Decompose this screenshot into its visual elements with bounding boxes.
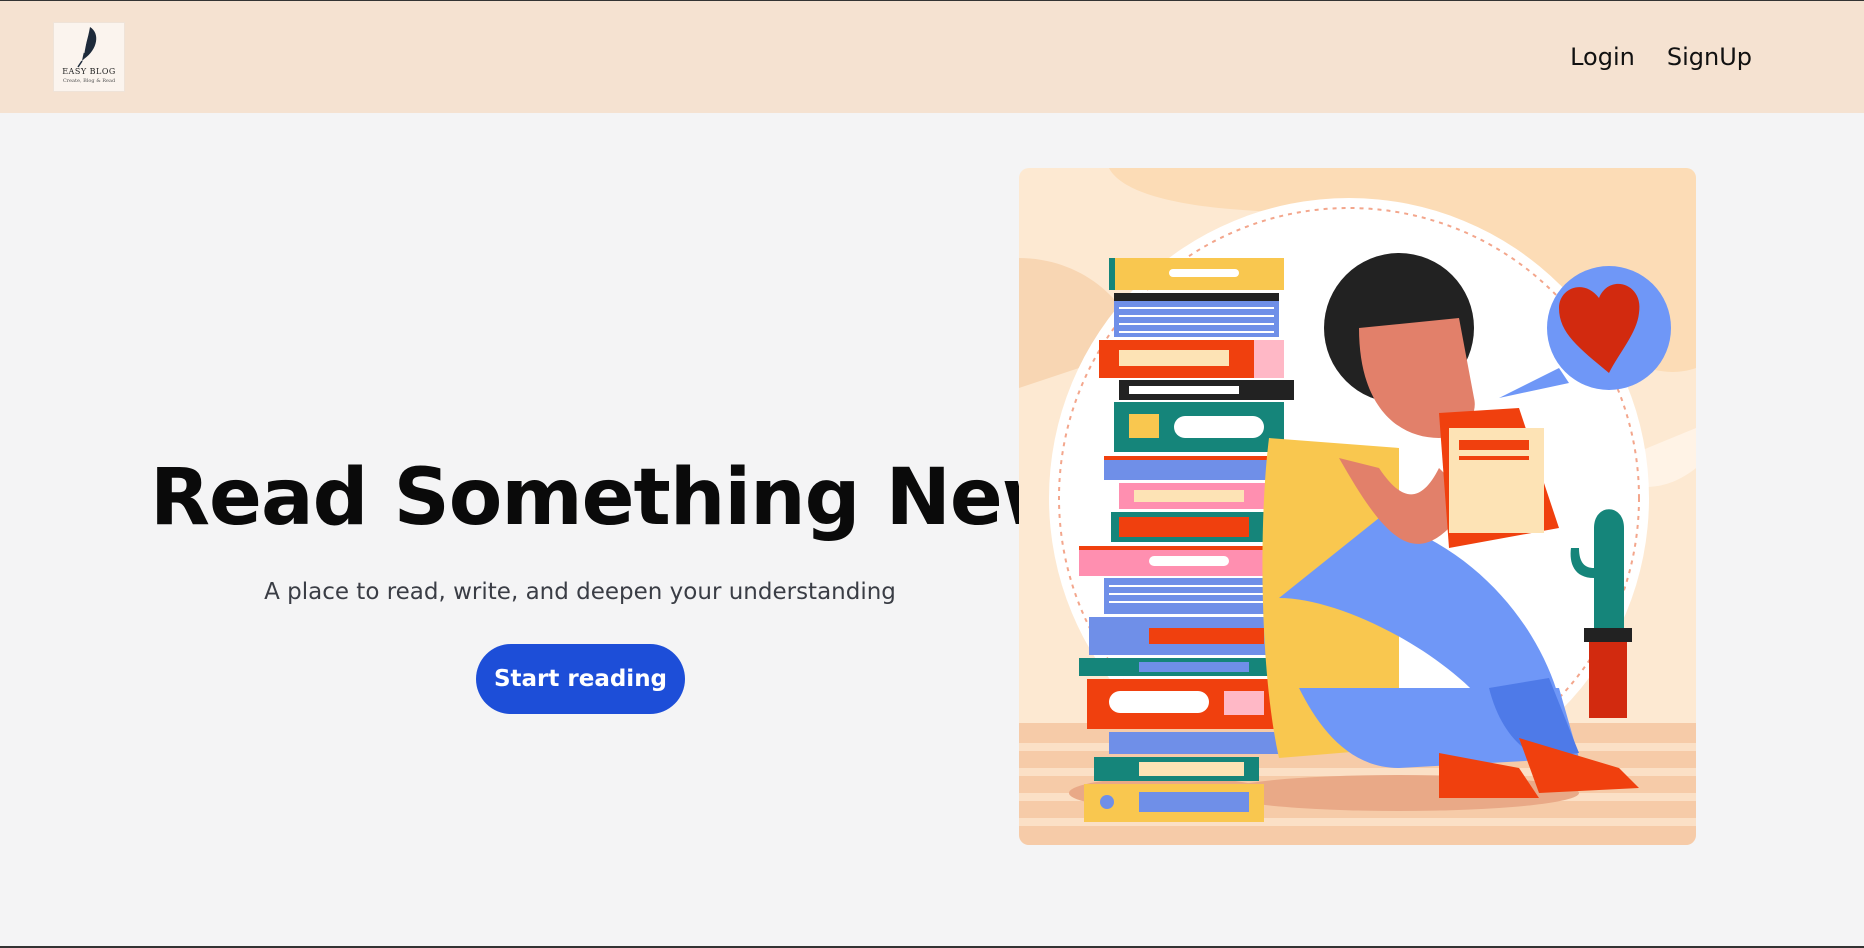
start-reading-button[interactable]: Start reading <box>476 644 685 714</box>
reading-person-illustration <box>1019 168 1696 845</box>
hero-title: Read Something New <box>150 453 1074 543</box>
login-link[interactable]: Login <box>1570 43 1635 71</box>
logo-text: EASY BLOG <box>62 67 116 76</box>
hero-illustration <box>1019 168 1696 845</box>
signup-link[interactable]: SignUp <box>1667 43 1752 71</box>
navbar: EASY BLOG Create, Blog & Read Login Sign… <box>0 1 1864 113</box>
brand-logo[interactable]: EASY BLOG Create, Blog & Read <box>54 23 124 91</box>
nav-links: Login SignUp <box>1570 43 1752 71</box>
logo-tagline: Create, Blog & Read <box>62 78 116 84</box>
hero-subtitle: A place to read, write, and deepen your … <box>264 579 896 605</box>
